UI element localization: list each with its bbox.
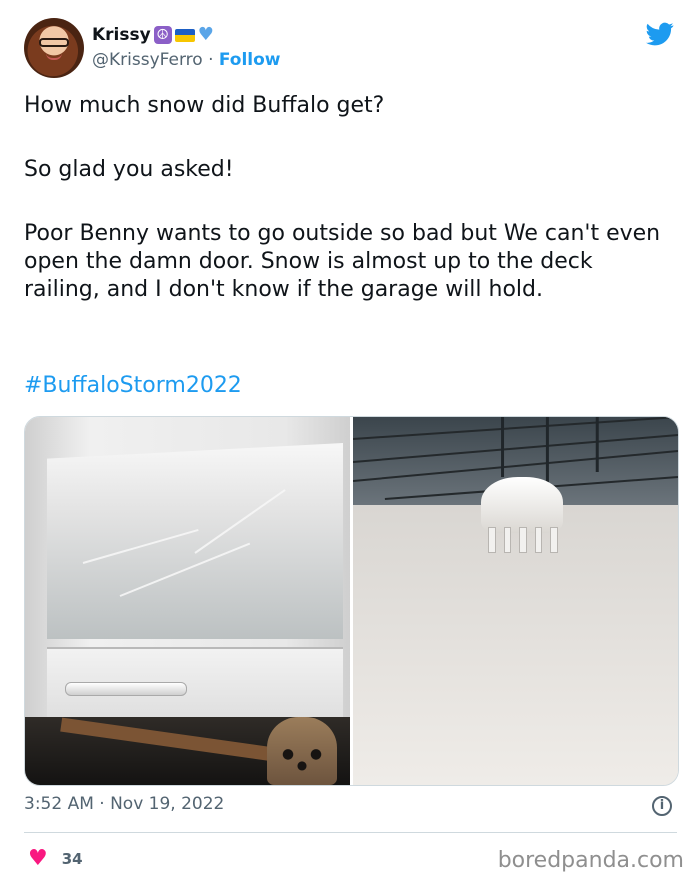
dog-photo-subject (267, 717, 337, 785)
door-closer (65, 682, 187, 696)
tweet-media[interactable] (24, 416, 679, 786)
display-name[interactable]: Krissy (92, 25, 151, 45)
tweet-timestamp[interactable]: 3:52 AM · Nov 19, 2022 (24, 794, 224, 814)
avatar-smile (46, 53, 62, 60)
info-icon[interactable]: i (652, 796, 672, 816)
like-count: 34 (61, 850, 83, 868)
divider (24, 832, 677, 833)
handle[interactable]: @KrissyFerro (92, 50, 203, 70)
tweet-paragraph: So glad you asked! (24, 157, 234, 182)
follow-button[interactable]: Follow (219, 50, 281, 70)
snow-covered-planter (481, 477, 563, 533)
separator: · (208, 50, 214, 70)
blue-heart-icon: ♥ (197, 24, 214, 45)
ukraine-flag-icon (174, 28, 195, 42)
avatar-glasses (39, 38, 69, 47)
heart-icon[interactable]: ♥ (28, 848, 48, 870)
peace-symbol-icon: ☮ (153, 26, 172, 44)
tweet-paragraph: How much snow did Buffalo get? (24, 93, 385, 118)
deck-snow-photo[interactable] (353, 417, 678, 785)
handle-row: @KrissyFerro · Follow (92, 50, 281, 70)
hashtag-link[interactable]: #BuffaloStorm2022 (24, 372, 242, 400)
avatar[interactable] (24, 18, 84, 78)
watermark: boredpanda.com (497, 848, 684, 873)
like-button[interactable]: ♥ 34 (28, 848, 83, 870)
door-snow-photo[interactable] (25, 417, 350, 785)
snow-window (47, 443, 343, 639)
deck-railing (488, 527, 558, 553)
twitter-bird-icon[interactable] (644, 20, 676, 48)
display-name-row[interactable]: Krissy ☮ ♥ (92, 24, 214, 46)
tweet-paragraph: Poor Benny wants to go outside so bad bu… (24, 221, 661, 302)
